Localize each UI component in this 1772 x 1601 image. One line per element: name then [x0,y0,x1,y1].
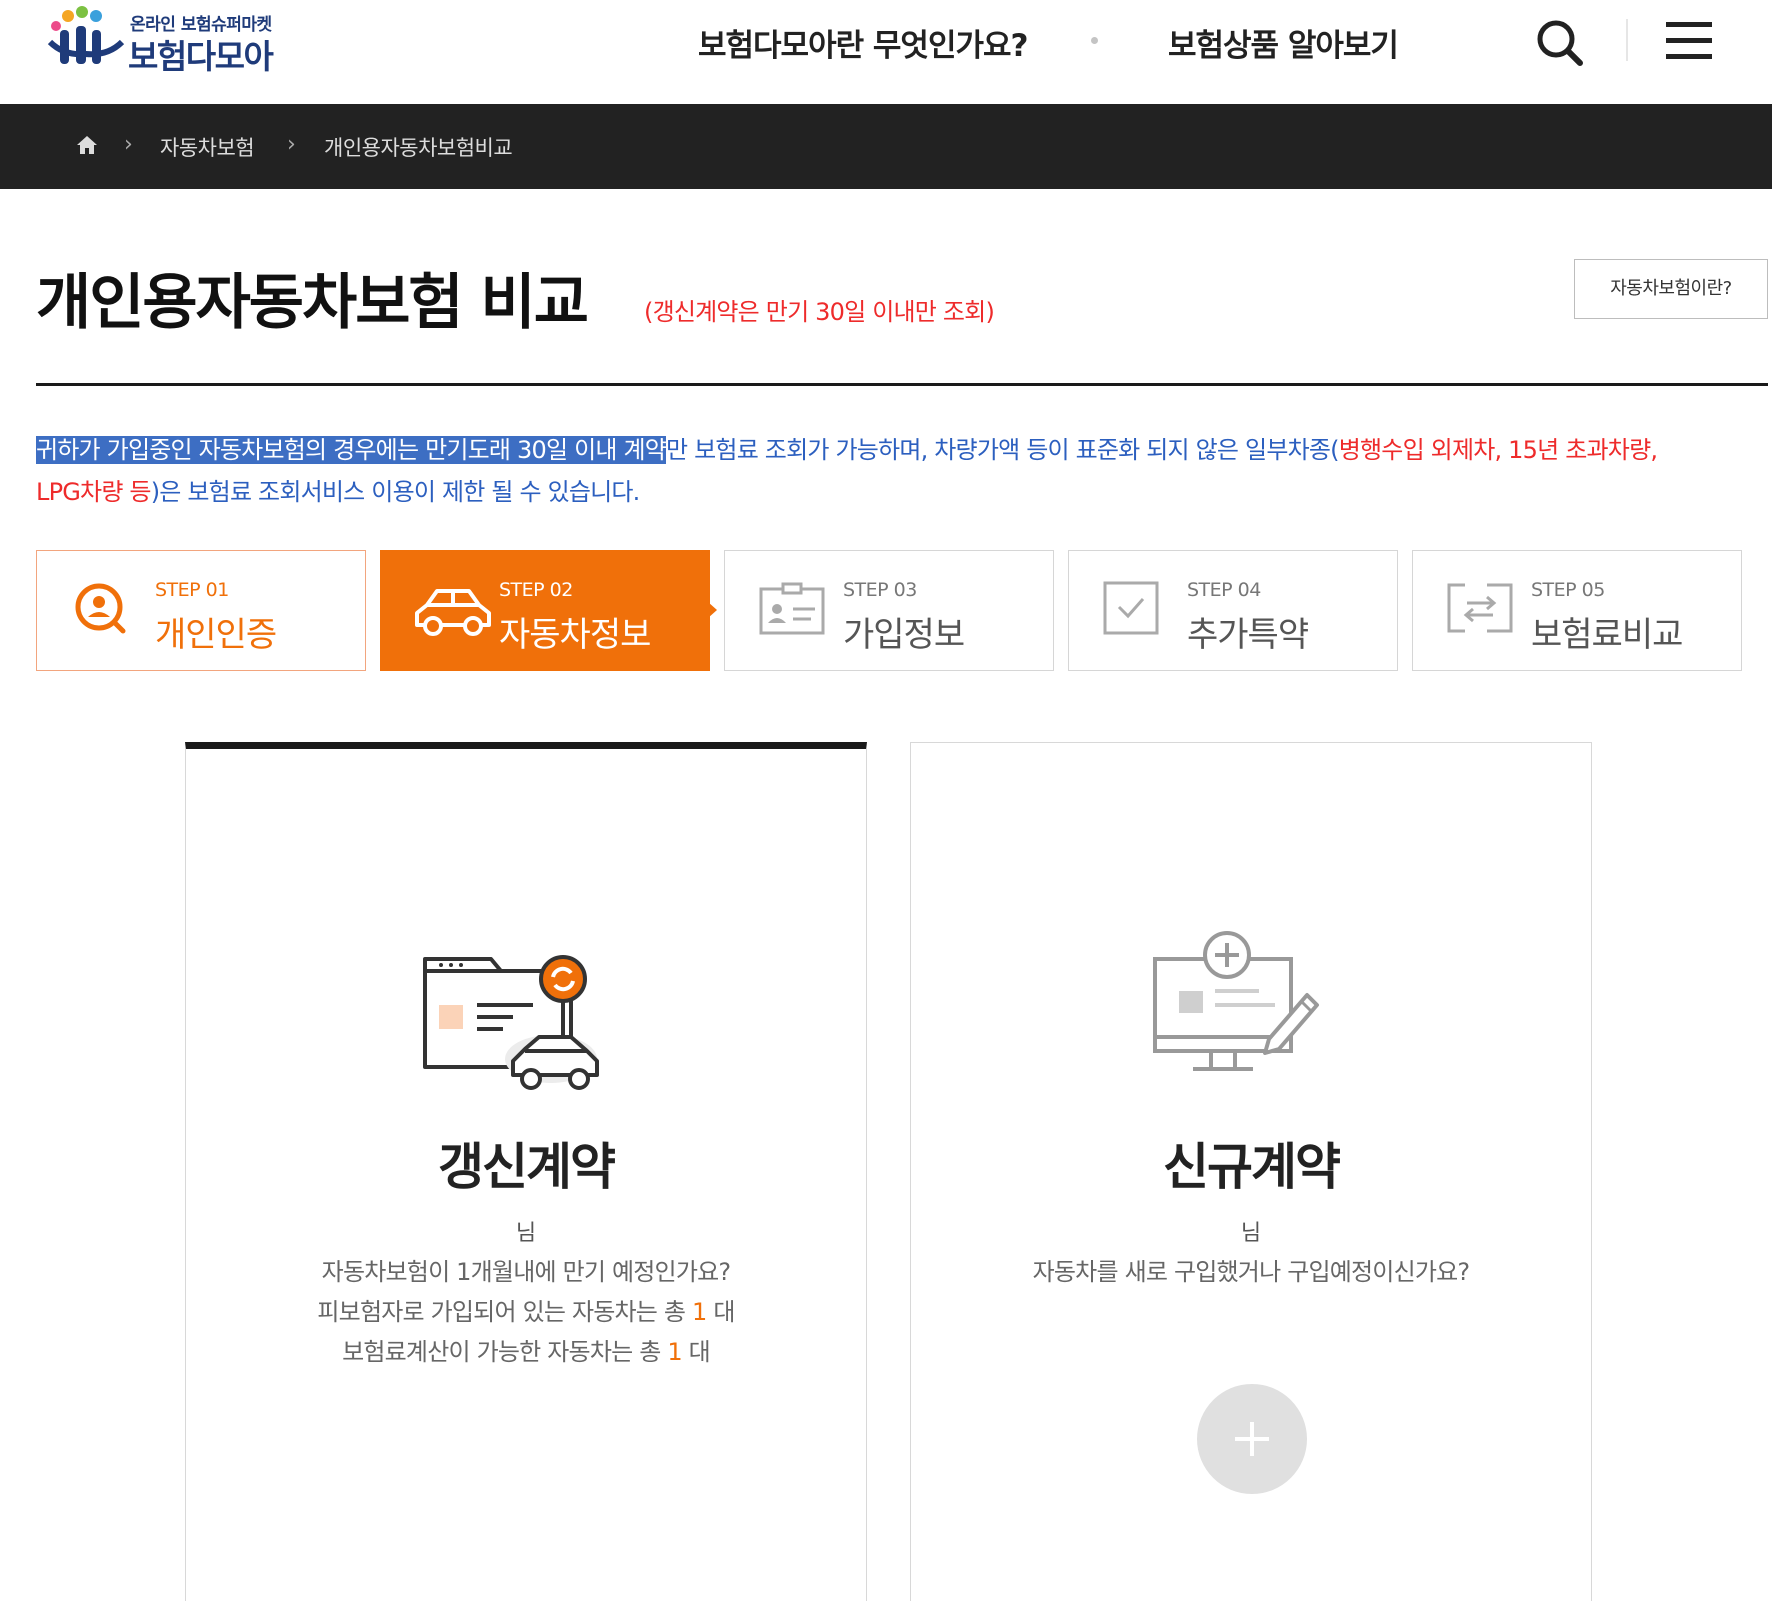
nav-about[interactable]: 보험다모아란 무엇인가요? [698,20,1028,65]
title-divider [36,383,1768,386]
notice-selected-text: 귀하가 가입중인 자동차보험의 경우에는 만기도래 30일 이내 계약 [36,436,667,464]
renewal-calculable-count: 보험료계산이 가능한 자동차는 총 1 대 [186,1332,866,1367]
new-contract-title: 신규계약 [1163,1138,1341,1196]
renewal-insured-count-number: 1 [692,1298,707,1326]
compare-icon [1447,583,1513,633]
page-title: 개인용자동차보험 비교 [36,268,589,338]
breadcrumb-home[interactable] [74,132,100,158]
chevron-right-icon: › [287,132,296,157]
page-title-note: (갱신계약은 만기 30일 이내만 조회) [644,298,995,326]
logo-people-icon [47,6,125,64]
active-step-arrow [708,602,717,618]
step-subscription-info[interactable]: STEP 03 가입정보 [724,550,1054,671]
menu-button[interactable] [1662,16,1716,66]
checkbox-icon [1103,581,1159,635]
step-personal-auth[interactable]: STEP 01 개인인증 [36,550,366,671]
step-number: STEP 04 [1187,579,1261,601]
breadcrumb: › 자동차보험 › 개인용자동차보험비교 [0,104,1772,189]
new-contract-user-name: 님 [1240,1221,1262,1246]
step-label: 추가특약 [1187,615,1309,655]
notice-part-2: )은 보험료 조회서비스 이용이 제한 될 수 있습니다. [150,478,641,506]
nav-divider-dot [1091,37,1098,44]
renewal-car-document-icon [423,955,599,1090]
breadcrumb-item-car-insurance[interactable]: 자동차보험 [160,132,255,162]
step-number: STEP 05 [1531,579,1605,601]
home-icon [77,136,97,154]
new-contract-card[interactable]: 신규계약 님 자동차를 새로 구입했거나 구입예정이신가요? [910,742,1592,1601]
renewal-insured-count: 피보험자로 가입되어 있는 자동차는 총 1 대 [186,1292,866,1327]
hamburger-menu-icon [1666,22,1712,59]
renewal-calculable-count-label: 보험료계산이 가능한 자동차는 총 [342,1338,668,1366]
step-car-info[interactable]: STEP 02 자동차정보 [380,550,710,671]
plus-icon [1235,1422,1269,1456]
add-new-car-button[interactable] [1197,1384,1307,1494]
renewal-user-name: 님 [515,1221,537,1246]
user-search-icon [75,583,126,634]
new-contract-monitor-icon [1153,931,1319,1071]
step-label: 가입정보 [843,615,965,655]
id-card-icon [759,582,825,635]
nav-products[interactable]: 보험상품 알아보기 [1168,20,1399,65]
notice-restricted-vehicles-2: LPG차량 등 [36,478,152,506]
renewal-insured-count-unit: 대 [706,1298,735,1326]
renewal-calculable-count-unit: 대 [681,1338,711,1366]
search-button[interactable] [1532,15,1588,71]
new-contract-question: 자동차를 새로 구입했거나 구입예정이신가요? [1032,1258,1471,1286]
renewal-calculable-count-number: 1 [667,1338,682,1366]
notice-part-1: 만 보험료 조회가 가능하며, 차량가액 등이 표준화 되지 않은 일부차종( [666,436,1340,464]
step-number: STEP 02 [499,579,573,601]
renewal-title: 갱신계약 [438,1138,616,1196]
search-icon [1537,20,1583,66]
step-label: 개인인증 [155,615,277,655]
step-label: 보험료비교 [1531,615,1683,655]
renewal-question: 자동차보험이 1개월내에 만기 예정인가요? [321,1258,731,1286]
step-label: 자동차정보 [499,615,651,655]
site-header: 온라인 보험슈퍼마켓 보험다모아 보험다모아란 무엇인가요? 보험상품 알아보기 [0,0,1772,104]
renewal-insured-count-label: 피보험자로 가입되어 있는 자동차는 총 [317,1298,693,1326]
car-icon [415,589,491,636]
notice-restricted-vehicles-1: 병행수입 외제차, 15년 초과차량, [1338,436,1658,464]
about-car-insurance-button[interactable]: 자동차보험이란? [1574,259,1768,319]
logo-title: 보험다모아 [128,37,274,76]
step-number: STEP 03 [843,579,917,601]
step-number: STEP 01 [155,579,229,601]
chevron-right-icon: › [124,132,133,157]
renewal-contract-card[interactable]: 갱신계약 님 자동차보험이 1개월내에 만기 예정인가요? 피보험자로 가입되어… [185,742,867,1601]
site-logo[interactable]: 온라인 보험슈퍼마켓 보험다모아 [46,6,306,76]
step-premium-compare[interactable]: STEP 05 보험료비교 [1412,550,1742,671]
step-additional-options[interactable]: STEP 04 추가특약 [1068,550,1398,671]
breadcrumb-item-compare[interactable]: 개인용자동차보험비교 [324,132,513,162]
notice-text: 귀하가 가입중인 자동차보험의 경우에는 만기도래 30일 이내 계약만 보험료… [36,429,1766,513]
header-divider [1626,19,1628,61]
